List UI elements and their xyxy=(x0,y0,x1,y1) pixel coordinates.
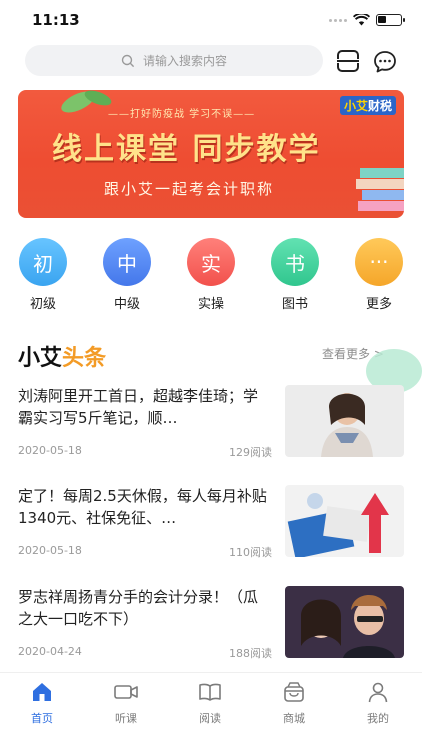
tab-shop[interactable]: 商城 xyxy=(264,681,324,726)
banner-subline: 跟小艾一起考会计职称 xyxy=(104,180,275,198)
news-item[interactable]: 刘涛阿里开工首日，超越李佳琦；学霸实习写5斤笔记，顺… 2020-05-18 1… xyxy=(0,385,422,475)
category-label: 更多 xyxy=(365,297,392,312)
news-thumbnail xyxy=(285,485,404,557)
category-label: 中级 xyxy=(113,297,140,312)
promo-banner[interactable]: ——打好防疫战 学习不误—— 小艾财税 线上课堂 同步教学 跟小艾一起考会计职称 xyxy=(18,90,404,218)
tab-mine[interactable]: 我的 xyxy=(348,681,408,726)
status-icons xyxy=(329,14,405,26)
shicao-icon: 实 xyxy=(187,238,235,286)
category-more[interactable]: ··· 更多 xyxy=(349,238,409,312)
category-tushu[interactable]: 书 图书 xyxy=(265,238,325,312)
search-input[interactable]: 请输入搜索内容 xyxy=(25,45,323,76)
zhongji-icon: 中 xyxy=(103,238,151,286)
news-date: 2020-05-18 xyxy=(18,444,82,457)
news-thumbnail xyxy=(285,385,404,457)
section-title-main: 小艾 xyxy=(18,346,63,371)
category-zhongji[interactable]: 中 中级 xyxy=(97,238,157,312)
category-label: 初级 xyxy=(29,297,56,312)
news-reads: 129阅读 xyxy=(229,446,272,459)
category-label: 实操 xyxy=(197,297,224,312)
tab-read[interactable]: 阅读 xyxy=(180,681,240,726)
status-bar: 11:13 xyxy=(0,0,422,40)
news-reads: 188阅读 xyxy=(229,647,272,660)
news-thumbnail xyxy=(285,586,404,658)
user-icon xyxy=(368,682,388,703)
tab-label: 阅读 xyxy=(199,712,221,725)
category-shortcuts: 初 初级 中 中级 实 实操 书 图书 ··· 更多 xyxy=(0,238,422,312)
news-date: 2020-05-18 xyxy=(18,544,82,557)
shop-icon xyxy=(284,682,304,702)
tab-label: 商城 xyxy=(283,712,305,725)
tab-home[interactable]: 首页 xyxy=(12,681,72,726)
banner-headline: 线上课堂 同步教学 xyxy=(52,132,321,167)
video-icon xyxy=(114,685,138,699)
search-icon xyxy=(121,54,135,67)
books-decoration xyxy=(356,168,404,211)
news-reads: 110阅读 xyxy=(229,546,272,559)
chuji-icon: 初 xyxy=(19,238,67,286)
scan-icon[interactable] xyxy=(336,50,360,72)
battery-icon xyxy=(376,14,405,26)
status-time: 11:13 xyxy=(32,11,80,29)
news-title: 刘涛阿里开工首日，超越李佳琦；学霸实习写5斤笔记，顺… xyxy=(18,387,259,427)
book-icon xyxy=(199,683,221,701)
home-icon xyxy=(33,683,51,701)
category-chuji[interactable]: 初 初级 xyxy=(13,238,73,312)
news-title: 定了！每周2.5天休假，每人每月补贴1340元、社保免征、… xyxy=(18,487,267,527)
brand-part-b: 财税 xyxy=(367,99,392,113)
news-date: 2020-04-24 xyxy=(18,645,82,658)
tushu-icon: 书 xyxy=(271,238,319,286)
banner-brand: 小艾财税 xyxy=(339,96,396,115)
category-shicao[interactable]: 实 实操 xyxy=(181,238,241,312)
section-title: 小艾头条 xyxy=(18,340,106,372)
bottom-tab-bar: 首页 听课 阅读 商城 我的 xyxy=(0,672,422,750)
tab-label: 我的 xyxy=(367,712,389,725)
news-title: 罗志祥周扬青分手的会计分录！（瓜之大一口吃不下） xyxy=(18,588,259,628)
banner-slogan: ——打好防疫战 学习不误—— xyxy=(108,109,256,120)
brand-part-a: 小艾 xyxy=(343,99,368,113)
signal-icon xyxy=(329,18,347,22)
news-item[interactable]: 罗志祥周扬青分手的会计分录！（瓜之大一口吃不下） 2020-04-24 188阅… xyxy=(0,586,422,676)
tab-label: 听课 xyxy=(115,712,137,725)
news-item[interactable]: 定了！每周2.5天休假，每人每月补贴1340元、社保免征、… 2020-05-1… xyxy=(0,485,422,575)
tab-listen[interactable]: 听课 xyxy=(96,681,156,726)
more-icon: ··· xyxy=(355,238,403,286)
tab-label: 首页 xyxy=(31,712,53,725)
search-placeholder: 请输入搜索内容 xyxy=(142,54,227,68)
section-title-accent: 头条 xyxy=(62,346,107,371)
category-label: 图书 xyxy=(281,297,308,312)
wifi-icon xyxy=(353,14,370,26)
message-icon[interactable] xyxy=(373,50,397,74)
